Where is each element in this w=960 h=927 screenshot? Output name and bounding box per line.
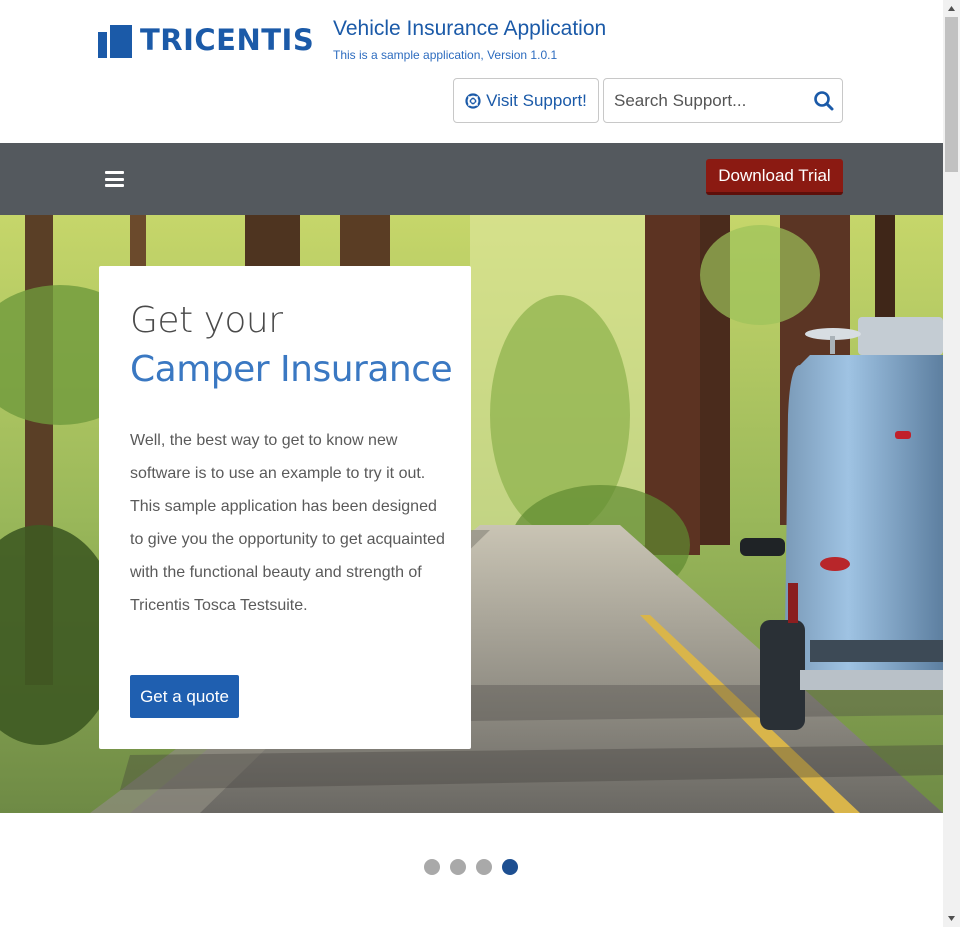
visit-support-label: Visit Support!: [486, 90, 587, 110]
vertical-scrollbar[interactable]: [943, 0, 960, 927]
search-input[interactable]: [614, 89, 804, 113]
hamburger-icon[interactable]: [105, 171, 124, 187]
app-subtitle: This is a sample application, Version 1.…: [333, 48, 558, 62]
scroll-up-arrow-icon[interactable]: [943, 0, 960, 17]
app-title: Vehicle Insurance Application: [333, 17, 607, 40]
logo-text: TRICENTIS: [140, 23, 315, 57]
visit-support-button[interactable]: Visit Support!: [453, 78, 599, 123]
hero-banner: Get your Camper Insurance Well, the best…: [0, 215, 943, 813]
hero-card: Get your Camper Insurance Well, the best…: [99, 266, 471, 749]
page: TRICENTIS Vehicle Insurance Application …: [0, 0, 943, 927]
carousel-dot-3[interactable]: [476, 859, 492, 875]
get-a-quote-button[interactable]: Get a quote: [130, 675, 239, 718]
header: TRICENTIS Vehicle Insurance Application …: [0, 0, 943, 143]
search-icon[interactable]: [813, 90, 835, 112]
carousel-indicators: [424, 859, 528, 875]
download-trial-button[interactable]: Download Trial: [706, 159, 843, 195]
carousel-dot-1[interactable]: [424, 859, 440, 875]
scrollbar-thumb[interactable]: [945, 17, 958, 172]
tricentis-logo[interactable]: TRICENTIS: [98, 22, 314, 58]
carousel-dot-2[interactable]: [450, 859, 466, 875]
search-box: [603, 78, 843, 123]
hero-heading-line1: Get your: [130, 300, 283, 341]
hero-description: Well, the best way to get to know new so…: [130, 432, 445, 614]
scroll-down-arrow-icon[interactable]: [943, 910, 960, 927]
tricentis-logo-mark-icon: [98, 22, 132, 58]
navbar: Download Trial: [0, 143, 943, 215]
lifebuoy-icon: [465, 92, 481, 109]
carousel-dot-4[interactable]: [502, 859, 518, 875]
hero-heading-line2: Camper Insurance: [130, 349, 453, 390]
